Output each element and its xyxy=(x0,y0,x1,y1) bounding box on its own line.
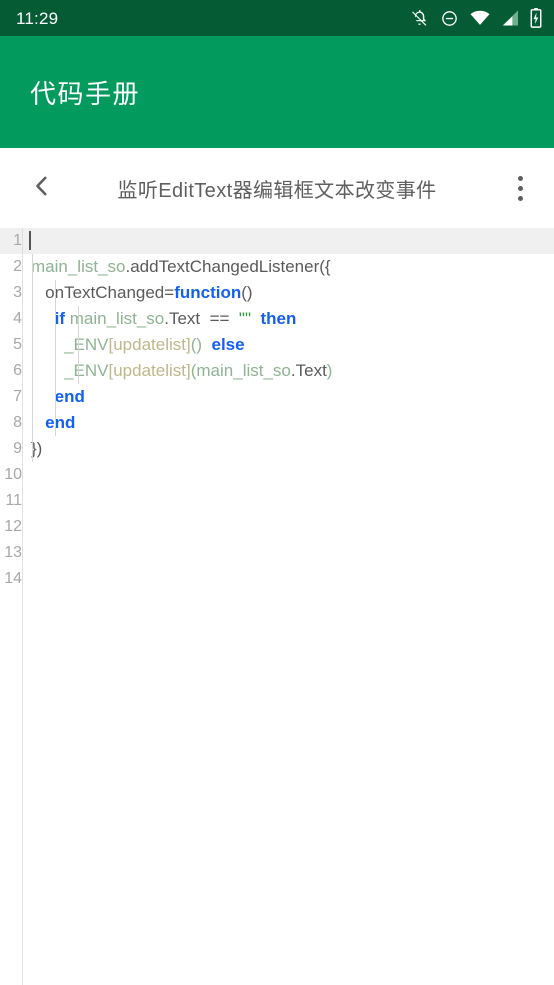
chevron-left-icon xyxy=(29,173,55,204)
code-line[interactable]: 4 if main_list_so.Text == "" then xyxy=(0,306,554,332)
do-not-disturb-icon xyxy=(440,9,459,28)
line-number: 2 xyxy=(13,258,22,275)
line-number: 7 xyxy=(13,388,22,405)
gutter-divider xyxy=(22,228,23,985)
code-line-content[interactable]: _ENV[updatelist](main_list_so.Text) xyxy=(22,358,554,384)
code-line-content[interactable] xyxy=(22,228,554,254)
overflow-dot-icon xyxy=(517,185,523,191)
overflow-dot-icon xyxy=(517,175,523,181)
indent-guide xyxy=(32,254,33,462)
code-line[interactable]: 10 xyxy=(0,462,554,488)
app-bar: 代码手册 xyxy=(0,36,554,148)
code-line[interactable]: 14 xyxy=(0,566,554,592)
code-line[interactable]: 2 main_list_so.addTextChangedListener({ xyxy=(0,254,554,280)
line-number: 3 xyxy=(13,284,22,301)
code-token: _ENV xyxy=(64,335,109,354)
line-number: 8 xyxy=(13,414,22,431)
code-line-content[interactable]: main_list_so.addTextChangedListener({ xyxy=(22,254,554,280)
text-caret xyxy=(29,231,31,250)
status-icons xyxy=(410,8,542,28)
line-number: 9 xyxy=(13,440,22,457)
notifications-off-icon xyxy=(410,9,429,28)
code-token: [updatelist] xyxy=(108,361,191,380)
code-line[interactable]: 12 xyxy=(0,514,554,540)
code-line-content[interactable]: onTextChanged=function() xyxy=(22,280,554,306)
line-number: 12 xyxy=(4,518,22,535)
app-title: 代码手册 xyxy=(30,78,141,109)
code-token: .Text xyxy=(290,361,327,380)
code-line[interactable]: 7 end xyxy=(0,384,554,410)
line-number: 6 xyxy=(13,362,22,379)
code-token: () xyxy=(190,335,203,354)
code-line[interactable]: 13 xyxy=(0,540,554,566)
code-token: end xyxy=(54,387,85,406)
line-number: 5 xyxy=(13,336,22,353)
line-number: 11 xyxy=(5,492,22,509)
line-number: 13 xyxy=(4,544,22,561)
code-token: end xyxy=(45,413,76,432)
cellular-signal-icon xyxy=(501,10,519,26)
code-token: () xyxy=(241,283,253,302)
code-editor[interactable]: 1 2 main_list_so.addTextChangedListener({3… xyxy=(0,228,554,985)
wifi-icon xyxy=(470,10,490,26)
code-line[interactable]: 5 _ENV[updatelist]() else xyxy=(0,332,554,358)
line-number: 4 xyxy=(13,310,22,327)
overflow-dot-icon xyxy=(517,195,523,201)
indent-guide xyxy=(55,280,56,436)
line-number: 14 xyxy=(4,570,22,587)
code-line[interactable]: 11 xyxy=(0,488,554,514)
code-token: main_list_so xyxy=(31,257,126,276)
code-line[interactable]: 6 _ENV[updatelist](main_list_so.Text) xyxy=(0,358,554,384)
code-line-content[interactable]: _ENV[updatelist]() else xyxy=(22,332,554,358)
code-token: then xyxy=(260,309,297,328)
sub-toolbar: 监听EditText器编辑框文本改变事件 xyxy=(0,148,554,228)
status-bar: 11:29 xyxy=(0,0,554,36)
code-token: main_list_so xyxy=(69,309,165,328)
code-lines[interactable]: 1 2 main_list_so.addTextChangedListener({3… xyxy=(0,228,554,592)
code-token: if xyxy=(54,309,66,328)
code-token: [updatelist] xyxy=(108,335,191,354)
page-title: 监听EditText器编辑框文本改变事件 xyxy=(117,179,437,202)
code-line[interactable]: 1 xyxy=(0,228,554,254)
code-token: onTextChanged= xyxy=(31,283,175,302)
line-number: 1 xyxy=(13,232,22,249)
overflow-menu-button[interactable] xyxy=(494,160,546,216)
code-token: main_list_so xyxy=(196,361,291,380)
indent-guide xyxy=(78,306,79,384)
code-line[interactable]: 8 end xyxy=(0,410,554,436)
code-token: .addTextChangedListener({ xyxy=(125,257,331,276)
code-line[interactable]: 3 onTextChanged=function() xyxy=(0,280,554,306)
code-token: _ENV xyxy=(64,361,109,380)
code-line-content[interactable]: }) xyxy=(22,436,554,462)
code-line-content[interactable]: if main_list_so.Text == "" then xyxy=(22,306,554,332)
code-token: ) xyxy=(326,361,333,380)
code-line-content[interactable]: end xyxy=(22,410,554,436)
status-clock: 11:29 xyxy=(16,8,59,28)
code-token: "" xyxy=(238,309,251,328)
line-number: 10 xyxy=(4,466,22,483)
battery-charging-icon xyxy=(530,8,542,28)
code-token: else xyxy=(211,335,245,354)
code-line-content[interactable]: end xyxy=(22,384,554,410)
code-token: function xyxy=(174,283,242,302)
code-line[interactable]: 9}) xyxy=(0,436,554,462)
code-token: .Text xyxy=(164,309,201,328)
code-token: == xyxy=(200,309,239,328)
